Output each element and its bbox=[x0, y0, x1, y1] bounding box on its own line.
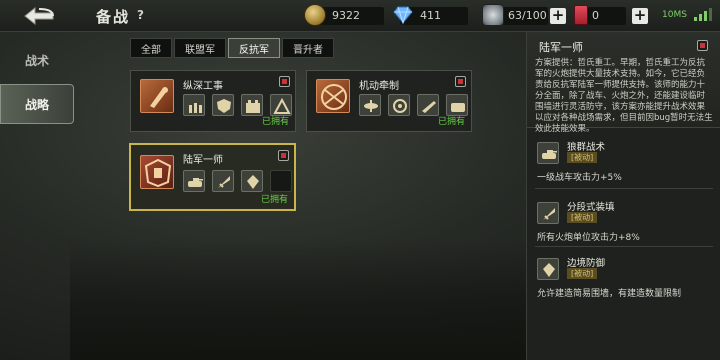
gold-value: 9322 bbox=[332, 9, 360, 22]
skill-row bbox=[183, 170, 299, 192]
tactic-name: 狼群战术 bbox=[567, 142, 606, 153]
faction-tabs: 全部 联盟军 反抗军 晋升者 bbox=[130, 38, 336, 58]
gold-counter: 9322 bbox=[304, 4, 384, 26]
diamond-icon bbox=[393, 6, 413, 25]
wall-skill-icon bbox=[241, 94, 263, 116]
owned-label: 已拥有 bbox=[261, 117, 289, 127]
background-fog bbox=[70, 240, 530, 360]
tank-skill-icon bbox=[183, 170, 205, 192]
help-icon[interactable]: ? bbox=[137, 8, 151, 22]
gem-counter: 411 bbox=[393, 6, 468, 25]
strategy-card-defense[interactable]: 纵深工事 已拥有 bbox=[130, 70, 296, 132]
faction-badge-icon bbox=[455, 76, 466, 87]
tactic-name: 分段式装填 bbox=[567, 202, 615, 213]
tactic-effect: 一级战车攻击力+5% bbox=[537, 173, 622, 183]
drone-skill-icon bbox=[359, 94, 381, 116]
detail-title: 陆军一师 bbox=[539, 41, 583, 54]
supply-icon bbox=[482, 4, 504, 26]
detail-header: 陆军一师 方案提供：哲氏重工。早期，哲氏重工为反抗军的火炮提供大量技术支持。如今… bbox=[527, 32, 720, 134]
tab-all[interactable]: 全部 bbox=[130, 38, 172, 58]
nav-strategy[interactable]: 战略 bbox=[0, 84, 74, 124]
gold-coin-icon bbox=[304, 4, 326, 26]
ammo-counter: 63/100 bbox=[482, 4, 548, 26]
tab-ascended[interactable]: 晋升者 bbox=[282, 38, 334, 58]
structure-skill-icon bbox=[270, 94, 292, 116]
strategy-card-army[interactable]: 陆军一师 已拥有 bbox=[129, 143, 296, 211]
owned-label: 已拥有 bbox=[260, 195, 288, 205]
left-nav: 战术 战略 bbox=[0, 32, 74, 360]
shell-skill-icon bbox=[537, 202, 559, 224]
supply-skill-icon bbox=[446, 94, 468, 116]
skill-row bbox=[359, 94, 475, 116]
add-ammo-button[interactable]: + bbox=[550, 8, 566, 24]
mobile-emblem-icon bbox=[316, 79, 350, 113]
target-skill-icon bbox=[388, 94, 410, 116]
tactic-item: 狼群战术 [被动] 一级战车攻击力+5% bbox=[535, 138, 715, 186]
passive-tag: [被动] bbox=[567, 268, 598, 279]
card-name: 陆军一师 bbox=[183, 155, 223, 166]
tab-alliance[interactable]: 联盟军 bbox=[174, 38, 226, 58]
detail-description: 方案提供：哲氏重工。早期，哲氏重工为反抗军的火炮提供大量技术支持。如今，它已经负… bbox=[535, 58, 713, 134]
gem-value: 411 bbox=[420, 9, 441, 22]
card-name: 机动牵制 bbox=[359, 81, 399, 92]
tab-resistance[interactable]: 反抗军 bbox=[228, 38, 280, 58]
add-card-button[interactable]: + bbox=[632, 8, 648, 24]
wall-build-skill-icon bbox=[241, 170, 263, 192]
soldiers-skill-icon bbox=[183, 94, 205, 116]
card-counter: 0 bbox=[588, 7, 626, 25]
tactic-name: 边境防御 bbox=[567, 258, 606, 269]
tactic-item: 分段式装填 [被动] 所有火炮单位攻击力+8% bbox=[535, 198, 715, 246]
army-emblem-icon bbox=[140, 155, 174, 189]
fortification-emblem-icon bbox=[140, 79, 174, 113]
page-title: 备战 bbox=[96, 8, 131, 26]
tank-skill-icon bbox=[537, 142, 559, 164]
signal-icon bbox=[694, 8, 712, 21]
shell-skill-icon bbox=[212, 170, 234, 192]
passive-tag: [被动] bbox=[567, 152, 598, 163]
nav-tactics[interactable]: 战术 bbox=[0, 40, 74, 80]
strategy-card-mobile[interactable]: 机动牵制 已拥有 bbox=[306, 70, 472, 132]
artillery-skill-icon bbox=[417, 94, 439, 116]
faction-badge-icon bbox=[697, 40, 708, 51]
faction-badge-icon bbox=[278, 150, 289, 161]
tactic-effect: 允许建造简易围墙，有建造数量限制 bbox=[537, 289, 682, 299]
faction-badge-icon bbox=[279, 76, 290, 87]
ammo-value: 63/100 bbox=[508, 9, 547, 22]
detail-panel: 陆军一师 方案提供：哲氏重工。早期，哲氏重工为反抗军的火炮提供大量技术支持。如今… bbox=[526, 32, 720, 360]
owned-label: 已拥有 bbox=[437, 117, 465, 127]
divider bbox=[535, 246, 713, 247]
passive-tag: [被动] bbox=[567, 212, 598, 223]
ping-status: 10MS bbox=[662, 10, 687, 20]
card-value: 0 bbox=[592, 9, 599, 22]
top-bar: 备战 ? 9322 411 63/100 + 0 + 10MS bbox=[0, 0, 720, 32]
empty-skill-slot bbox=[270, 170, 292, 192]
back-button[interactable] bbox=[14, 2, 64, 30]
tactic-item: 边境防御 [被动] 允许建造简易围墙，有建造数量限制 bbox=[535, 254, 715, 302]
card-name: 纵深工事 bbox=[183, 81, 223, 92]
red-card-icon bbox=[574, 5, 588, 25]
skill-row bbox=[183, 94, 299, 116]
wall-build-skill-icon bbox=[537, 258, 559, 280]
back-arrow-icon bbox=[24, 6, 54, 26]
divider bbox=[535, 188, 713, 189]
tactic-effect: 所有火炮单位攻击力+8% bbox=[537, 233, 640, 243]
shield-skill-icon bbox=[212, 94, 234, 116]
